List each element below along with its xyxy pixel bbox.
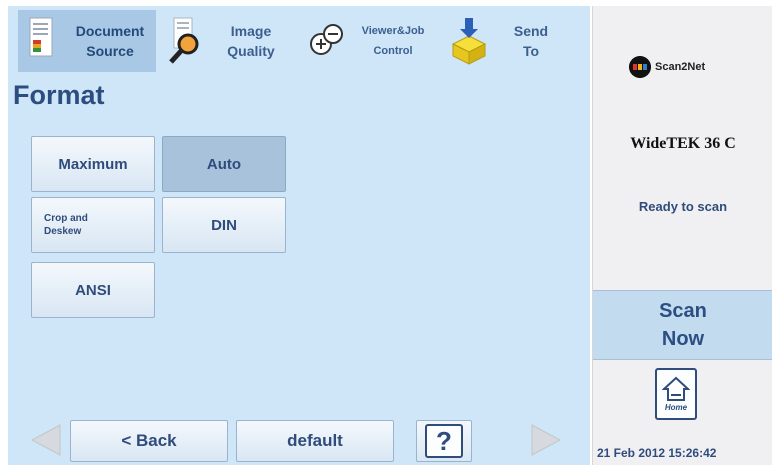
tab-label: Image Quality: [227, 23, 275, 59]
scan-now-label-line2: Now: [661, 328, 705, 350]
tab-label: Send To: [513, 23, 549, 59]
format-maximum-button[interactable]: Maximum: [31, 136, 155, 192]
document-source-icon: [24, 16, 64, 66]
help-icon: ?: [425, 424, 463, 458]
format-auto-button[interactable]: Auto: [162, 136, 286, 192]
format-crop-deskew-button[interactable]: Crop and Deskew: [31, 197, 155, 253]
crop-deskew-label: Crop and Deskew: [44, 213, 88, 237]
home-icon: [662, 376, 690, 401]
arrow-right-icon[interactable]: [528, 421, 566, 459]
tab-document-source[interactable]: Document Source: [18, 10, 156, 72]
main-panel: Document Source Image Quality Viewer&Job…: [8, 6, 590, 465]
status-text: Ready to scan: [638, 199, 728, 214]
scan-now-button[interactable]: Scan Now: [593, 290, 772, 360]
logo-text: Scan2Net: [655, 61, 706, 73]
page-title: Format: [13, 80, 105, 110]
default-button[interactable]: default: [236, 420, 394, 462]
home-label: Home: [664, 403, 688, 412]
device-name: WideTEK 36 C: [630, 135, 736, 152]
tab-image-quality[interactable]: Image Quality: [160, 10, 296, 72]
tab-viewer-job-control[interactable]: Viewer&Job Control: [301, 10, 439, 72]
format-din-button[interactable]: DIN: [162, 197, 286, 253]
send-package-icon: [449, 16, 489, 66]
home-button[interactable]: Home: [655, 368, 697, 420]
tab-bar: Document Source Image Quality Viewer&Job…: [8, 6, 590, 74]
arrow-left-icon[interactable]: [26, 421, 64, 459]
help-button[interactable]: ?: [416, 420, 472, 462]
tab-send-to[interactable]: Send To: [443, 10, 573, 72]
tab-label: Viewer&Job Control: [361, 25, 425, 57]
bottom-toolbar: < Back default ?: [8, 411, 590, 465]
scan-now-label-line1: Scan: [659, 300, 707, 322]
status-sidebar: Scan2Net WideTEK 36 C Ready to scan Scan…: [592, 6, 772, 465]
scan2net-logo: Scan2Net: [629, 56, 705, 78]
tab-label: Document Source: [75, 23, 145, 59]
back-button[interactable]: < Back: [70, 420, 228, 462]
scan2net-logo-icon: [629, 56, 651, 78]
magnifier-icon: [166, 16, 206, 66]
format-ansi-button[interactable]: ANSI: [31, 262, 155, 318]
datetime-display: 21 Feb 2012 15:26:42: [597, 446, 717, 460]
viewer-job-icon: [307, 16, 347, 66]
